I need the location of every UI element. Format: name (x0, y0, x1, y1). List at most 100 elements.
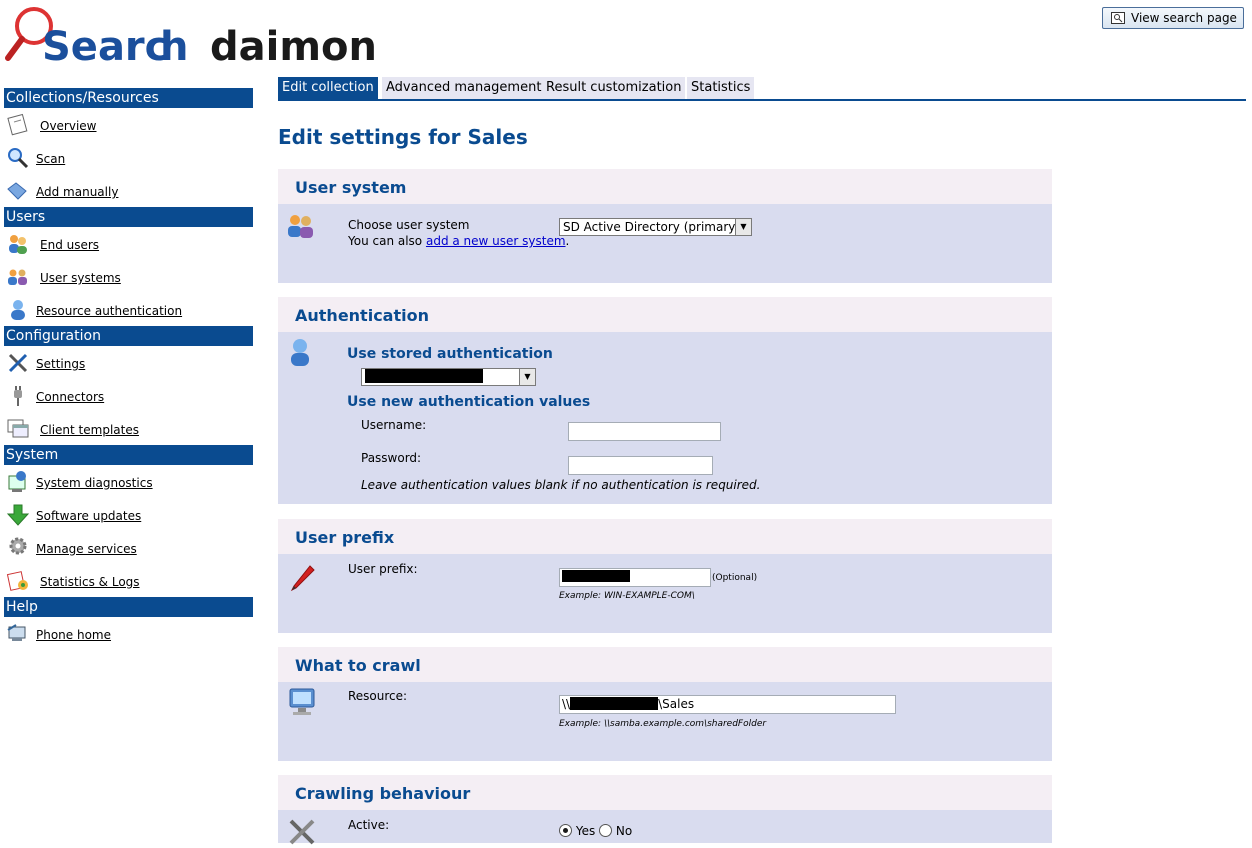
resource-label: Resource: (348, 689, 408, 703)
sidebar-link-end-users[interactable]: End users (40, 238, 99, 252)
view-search-label: View search page (1131, 11, 1237, 25)
page-title: Edit settings for Sales (278, 125, 528, 149)
sidebar-item-phone-home[interactable]: Phone home (4, 622, 254, 652)
redacted-value (570, 697, 659, 710)
sidebar-item-client-templates[interactable]: Client templates (4, 417, 254, 447)
svg-text:h: h (160, 24, 188, 68)
magnifier-icon (8, 148, 29, 169)
download-arrow-icon (6, 504, 30, 526)
sidebar-link-settings[interactable]: Settings (36, 357, 85, 371)
section-user-system: Choose user system SD Active Directory (… (278, 204, 1052, 283)
view-search-page-button[interactable]: View search page (1102, 7, 1244, 29)
sidebar-heading-configuration: Configuration (4, 326, 253, 346)
sidebar-item-add-manually[interactable]: Add manually (4, 179, 254, 209)
sidebar-item-connectors[interactable]: Connectors (4, 384, 254, 414)
user-prefix-label: User prefix: (348, 562, 418, 576)
search-page-icon (1111, 12, 1125, 24)
sidebar-item-end-users[interactable]: End users (4, 232, 254, 262)
diagnostics-icon (8, 471, 26, 492)
sidebar-link-connectors[interactable]: Connectors (36, 390, 104, 404)
username-field[interactable] (568, 422, 721, 441)
section-heading-user-prefix: User prefix (278, 519, 1052, 554)
use-new-authentication-label: Use new authentication values (347, 394, 591, 410)
sidebar-heading-users: Users (4, 207, 253, 227)
user-prefix-field[interactable] (559, 568, 711, 587)
sidebar-item-overview[interactable]: Overview (4, 113, 254, 143)
active-yes-radio[interactable] (559, 824, 572, 837)
stored-authentication-select[interactable]: ▼ (361, 368, 536, 386)
redacted-value (365, 369, 483, 383)
sidebar-heading-system: System (4, 445, 253, 465)
user-systems-icon (288, 215, 313, 238)
redacted-value (562, 570, 630, 582)
sidebar-heading-collections: Collections/Resources (4, 88, 253, 108)
sidebar-item-user-systems[interactable]: User systems (4, 265, 254, 295)
user-icon (11, 300, 25, 320)
section-heading-crawling-behaviour: Crawling behaviour (278, 775, 1052, 810)
sidebar-item-software-updates[interactable]: Software updates (4, 503, 254, 533)
tab-result-customization[interactable]: Result customization (542, 77, 686, 99)
sidebar-item-settings[interactable]: Settings (4, 351, 254, 381)
user-system-selected: SD Active Directory (primary) (563, 220, 741, 234)
tab-edit-collection[interactable]: Edit collection (278, 77, 378, 99)
sidebar-link-scan[interactable]: Scan (36, 152, 65, 166)
active-no-radio[interactable] (599, 824, 613, 837)
sidebar-link-overview[interactable]: Overview (40, 119, 97, 133)
active-label: Active: (348, 818, 390, 832)
sidebar-link-system-diagnostics[interactable]: System diagnostics (36, 476, 153, 490)
section-heading-what-to-crawl: What to crawl (278, 647, 1052, 682)
tab-underline (278, 99, 1246, 101)
phone-home-icon (7, 624, 26, 641)
sidebar-item-resource-authentication[interactable]: Resource authentication (4, 298, 254, 328)
section-user-prefix: User prefix: (Optional) Example: WIN-EXA… (278, 554, 1052, 633)
section-heading-user-system: User system (278, 169, 1052, 204)
tools-icon (8, 353, 28, 373)
section-crawling-behaviour: Active: Yes No (278, 810, 1052, 845)
tools-icon (289, 819, 315, 845)
statistics-icon (6, 571, 28, 591)
section-heading-authentication: Authentication (278, 297, 1052, 332)
active-radio-group: Yes No (559, 824, 632, 838)
pencil-icon (290, 565, 315, 592)
password-label: Password: (361, 451, 422, 465)
sidebar-link-user-systems[interactable]: User systems (40, 271, 121, 285)
sidebar-link-phone-home[interactable]: Phone home (36, 628, 111, 642)
sidebar-item-statistics-logs[interactable]: Statistics & Logs (4, 569, 254, 599)
user-system-select[interactable]: SD Active Directory (primary) ▼ (559, 218, 752, 236)
sidebar-link-add-manually[interactable]: Add manually (36, 185, 118, 199)
add-user-system-link[interactable]: add a new user system (426, 234, 566, 248)
add-user-system-line: You can also add a new user system. (348, 234, 570, 248)
sidebar-item-system-diagnostics[interactable]: System diagnostics (4, 470, 254, 500)
choose-user-system-label: Choose user system (348, 218, 470, 232)
user-prefix-example: Example: WIN-EXAMPLE-COM\ (559, 591, 695, 601)
plug-icon (14, 386, 22, 406)
chevron-down-icon[interactable]: ▼ (735, 219, 751, 235)
tab-statistics[interactable]: Statistics (687, 77, 755, 99)
sidebar-item-scan[interactable]: Scan (4, 146, 254, 176)
sidebar-link-software-updates[interactable]: Software updates (36, 509, 141, 523)
active-yes-label: Yes (575, 824, 596, 838)
password-field[interactable] (568, 456, 713, 475)
section-what-to-crawl: Resource: \\ \Sales Example: \\samba.exam… (278, 682, 1052, 761)
use-stored-authentication-label: Use stored authentication (347, 346, 553, 362)
sidebar-item-manage-services[interactable]: Manage services (4, 536, 254, 566)
document-icon (7, 113, 28, 136)
gears-icon (9, 537, 27, 555)
sidebar-link-statistics-logs[interactable]: Statistics & Logs (40, 575, 140, 589)
user-systems-icon (8, 269, 27, 285)
svg-text:daimon: daimon (210, 24, 377, 68)
sidebar-link-resource-authentication[interactable]: Resource authentication (36, 304, 182, 318)
sidebar-link-client-templates[interactable]: Client templates (40, 423, 139, 437)
resource-field[interactable]: \\ \Sales (559, 695, 896, 714)
chevron-down-icon[interactable]: ▼ (519, 369, 535, 385)
searchdaimon-logo: Searc h daimon (4, 4, 404, 70)
svg-text:Searc: Searc (42, 24, 168, 68)
optional-note: (Optional) (712, 573, 758, 583)
sidebar-link-manage-services[interactable]: Manage services (36, 542, 137, 556)
computer-icon (289, 688, 315, 715)
active-no-label: No (615, 824, 633, 838)
tab-advanced-management[interactable]: Advanced management (382, 77, 546, 99)
resource-example: Example: \\samba.example.com\sharedFolde… (559, 719, 767, 729)
sidebar-heading-help: Help (4, 597, 253, 617)
username-label: Username: (361, 418, 427, 432)
